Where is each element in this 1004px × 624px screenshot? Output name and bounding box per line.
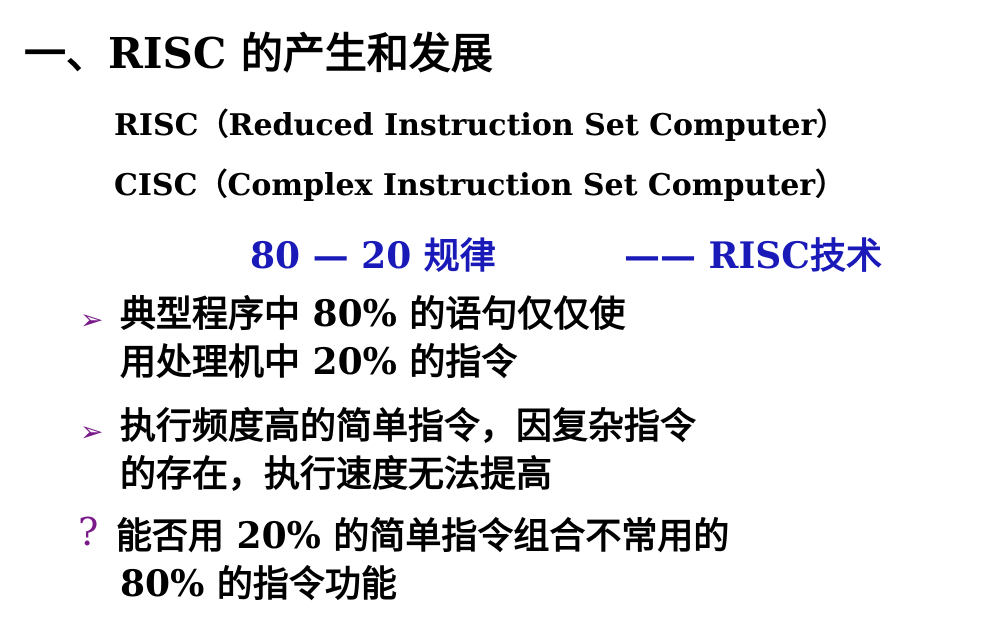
- risc-technology-label: —— RISC技术: [624, 235, 882, 277]
- slide-title: 一、RISC 的产生和发展: [24, 29, 493, 78]
- point-2-line-1: 执行频度高的简单指令，因复杂指令: [120, 405, 697, 447]
- question-line-2: 80% 的指令功能: [120, 563, 397, 605]
- arrow-bullet-icon: ➢: [80, 415, 104, 448]
- rule-80-20: 80 — 20 规律: [250, 235, 496, 277]
- question-line-1: 能否用 20% 的简单指令组合不常用的: [116, 515, 730, 557]
- cisc-definition: CISC（Complex Instruction Set Computer）: [114, 168, 846, 203]
- point-1-line-1: 典型程序中 80% 的语句仅仅使: [120, 293, 626, 335]
- slide: { "slide": { "title": "一、RISC 的产生和发展", "…: [0, 0, 1004, 624]
- point-2-line-2: 的存在，执行速度无法提高: [120, 453, 553, 495]
- question-mark-icon: ?: [78, 510, 99, 554]
- arrow-bullet-icon: ➢: [80, 303, 104, 336]
- point-1-line-2: 用处理机中 20% 的指令: [120, 341, 518, 383]
- risc-definition: RISC（Reduced Instruction Set Computer）: [114, 108, 847, 143]
